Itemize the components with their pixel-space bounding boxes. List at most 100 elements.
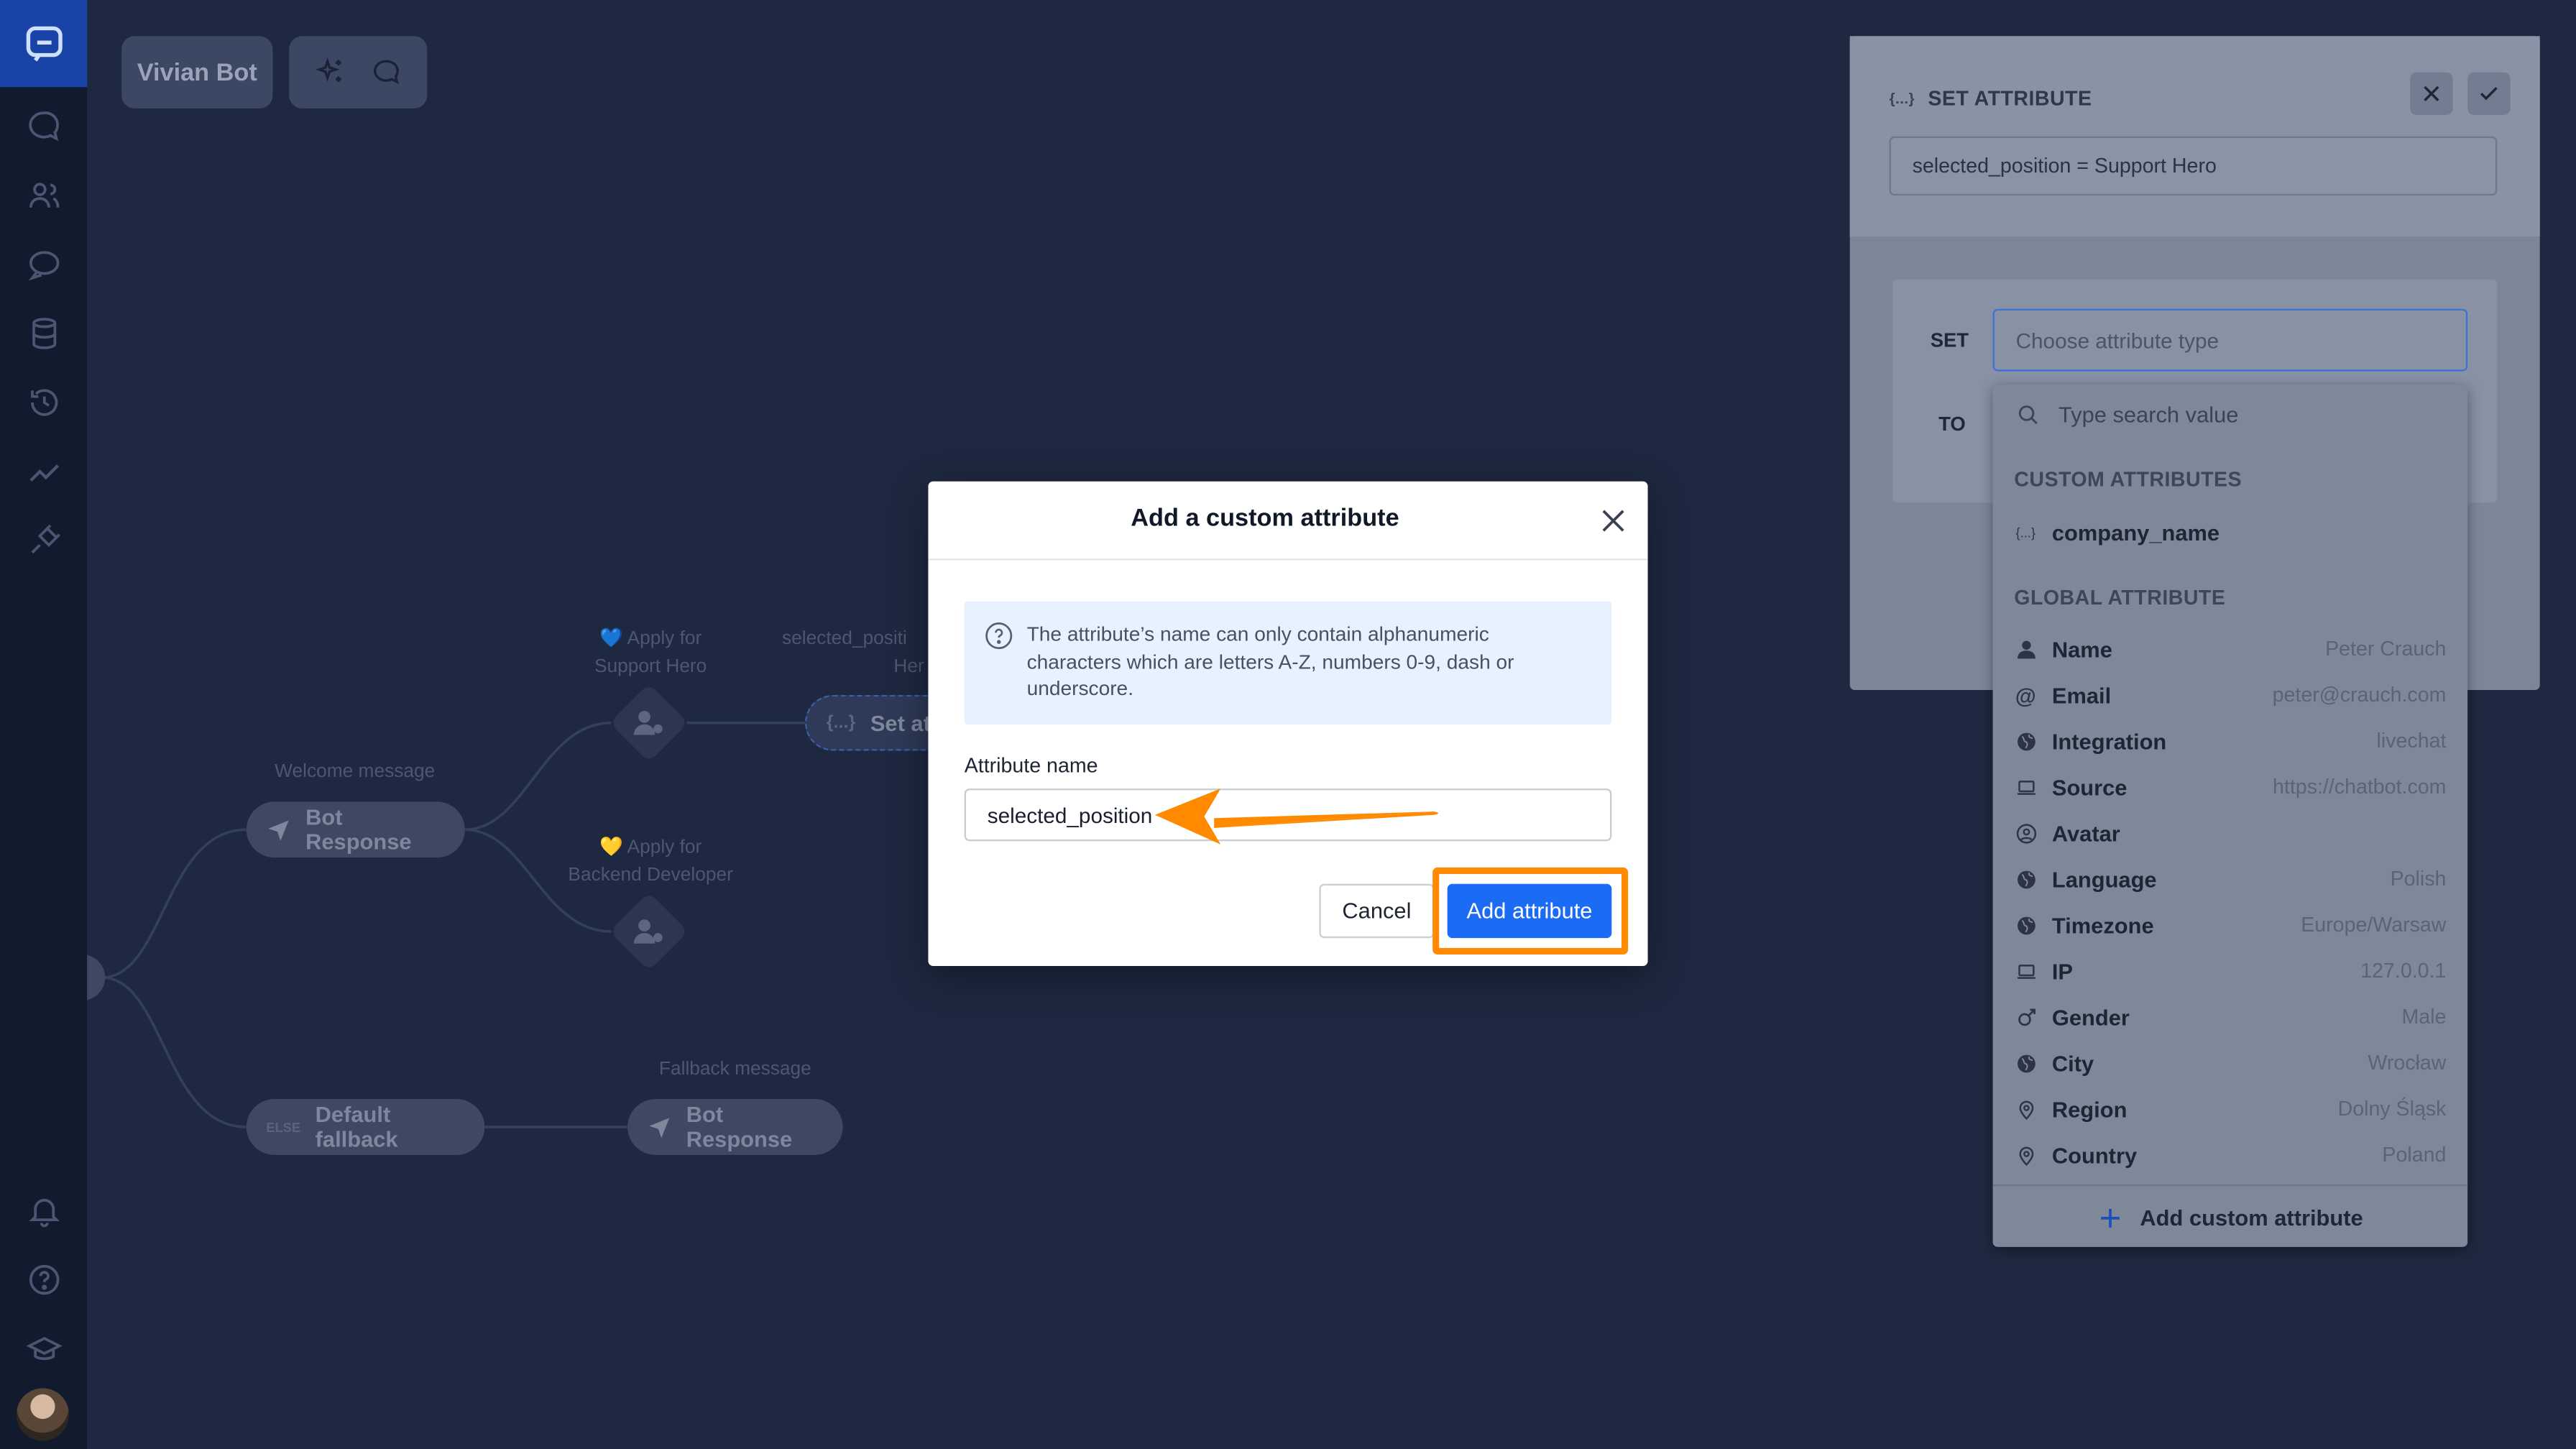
annotation-arrow: [1154, 788, 1439, 845]
fallback-label: Fallback message: [658, 1059, 811, 1080]
braces-icon: {...}: [1889, 90, 1915, 107]
node-text: Bot Response: [686, 1102, 793, 1152]
global-attribute-item-source[interactable]: Source https://chatbot.com: [1993, 764, 2468, 810]
pin-icon: [2014, 1144, 2037, 1167]
academy-icon[interactable]: [22, 1328, 66, 1372]
chat-preview-icon[interactable]: [369, 56, 402, 89]
custom-attributes-header: CUSTOM ATTRIBUTES: [2014, 468, 2242, 492]
item-value: Europe/Warsaw: [2301, 913, 2447, 937]
gender-icon: [2014, 1006, 2037, 1029]
help-icon[interactable]: [22, 1257, 66, 1302]
set-attr-line1: selected_positi: [781, 629, 907, 649]
item-name: Region: [2051, 1096, 2128, 1121]
custom-attribute-item[interactable]: {...} company_name: [1993, 510, 2468, 556]
app-logo[interactable]: [0, 0, 88, 88]
attribute-dropdown: Type search value CUSTOM ATTRIBUTES {...…: [1992, 384, 2468, 1247]
item-value: livechat: [2376, 729, 2447, 753]
pin-icon: [2014, 1098, 2037, 1121]
add-custom-attribute-label: Add custom attribute: [2140, 1205, 2363, 1230]
globe-icon: [2014, 1052, 2037, 1075]
global-attributes-header: GLOBAL ATTRIBUTE: [2014, 586, 2226, 610]
globe-icon: [2014, 868, 2037, 891]
global-attribute-item-gender[interactable]: Gender Male: [1993, 994, 2468, 1040]
bot-name[interactable]: Vivian Bot: [121, 36, 273, 109]
panel-title: {...} SET ATTRIBUTE: [1890, 87, 2092, 110]
cancel-button[interactable]: Cancel: [1319, 883, 1435, 939]
item-name: Language: [2051, 866, 2157, 891]
check-icon: [2480, 87, 2498, 101]
fallback-bot-response-node[interactable]: Bot Response: [627, 1099, 843, 1155]
chats-icon[interactable]: [22, 104, 66, 148]
node-text: Default fallback: [315, 1102, 398, 1152]
attribute-type-select[interactable]: Choose attribute type: [1992, 308, 2468, 372]
panel-confirm-button[interactable]: [2467, 72, 2511, 115]
add-custom-attribute-button[interactable]: Add custom attribute: [1993, 1196, 2468, 1238]
node-text: Bot Response: [305, 804, 412, 855]
globe-icon: [2014, 730, 2037, 753]
history-icon[interactable]: [22, 380, 66, 424]
dropdown-divider: [1992, 1184, 2468, 1187]
apply-backend-line1: 💛 Apply for: [599, 837, 702, 858]
item-value: peter@crauch.com: [2272, 683, 2447, 707]
global-attribute-item-ip[interactable]: IP 127.0.0.1: [1993, 948, 2468, 994]
notifications-icon[interactable]: [22, 1188, 66, 1233]
at-icon: @: [2015, 682, 2036, 707]
integrations-icon[interactable]: [22, 518, 66, 562]
welcome-label: Welcome message: [275, 762, 436, 782]
laptop-icon: [2014, 960, 2037, 983]
global-attribute-item-language[interactable]: Language Polish: [1993, 856, 2468, 902]
item-name: Source: [2051, 774, 2128, 799]
apply-backend-line2: Backend Developer: [568, 865, 733, 886]
user-filter-icon: [633, 710, 663, 735]
global-attribute-item-timezone[interactable]: Timezone Europe/Warsaw: [1993, 902, 2468, 948]
laptop-icon: [2014, 776, 2037, 799]
global-attribute-item-region[interactable]: Region Dolny Śląsk: [1993, 1086, 2468, 1132]
database-icon[interactable]: [22, 310, 66, 355]
item-value: 127.0.0.1: [2360, 959, 2447, 983]
item-value: Wrocław: [2368, 1051, 2447, 1075]
item-value: Poland: [2382, 1143, 2447, 1167]
global-attribute-item-country[interactable]: Country Poland: [1993, 1132, 2468, 1178]
item-name: Avatar: [2051, 820, 2120, 845]
item-name: company_name: [2051, 520, 2220, 545]
set-attr-label: selected_positi Her: [782, 626, 947, 682]
apply-support-line1: 💙 Apply for: [599, 629, 702, 649]
info-text: The attribute’s name can only contain al…: [1026, 622, 1514, 700]
item-value: https://chatbot.com: [2273, 775, 2447, 799]
global-attribute-item-city[interactable]: City Wrocław: [1993, 1040, 2468, 1086]
add-attribute-button[interactable]: Add attribute: [1447, 883, 1612, 939]
question-circle-icon: [985, 622, 1013, 650]
analytics-icon[interactable]: [22, 448, 66, 493]
item-name: Name: [2051, 636, 2112, 661]
stories-icon[interactable]: [22, 242, 66, 286]
sparkles-icon[interactable]: [314, 56, 347, 89]
attribute-summary: selected_position = Support Hero: [1889, 136, 2498, 196]
item-value: Polish: [2390, 867, 2447, 891]
welcome-bot-response-node[interactable]: Bot Response: [246, 801, 465, 858]
users-icon[interactable]: [22, 172, 66, 217]
default-fallback-node[interactable]: ELSE Default fallback: [246, 1099, 485, 1155]
attribute-name-label: Attribute name: [964, 754, 1098, 778]
avatar-icon: [2014, 822, 2037, 845]
set-label: SET: [1930, 328, 1969, 352]
item-value: Dolny Śląsk: [2337, 1097, 2447, 1121]
dropdown-search[interactable]: Type search value: [1993, 385, 2468, 443]
search-icon: [2018, 405, 2038, 424]
globe-icon: [2014, 914, 2037, 937]
panel-title-text: SET ATTRIBUTE: [1928, 87, 2092, 111]
add-custom-attribute-modal: Add a custom attribute The attribute’s n…: [928, 481, 1648, 966]
panel-close-button[interactable]: [2410, 72, 2453, 115]
plus-icon: [2100, 1208, 2119, 1227]
item-value: Male: [2401, 1005, 2447, 1029]
item-name: City: [2051, 1050, 2094, 1075]
avatar[interactable]: [16, 1388, 69, 1441]
modal-close-button[interactable]: [1593, 501, 1633, 540]
item-name: Country: [2051, 1142, 2138, 1167]
global-attribute-item-avatar[interactable]: Avatar: [1993, 810, 2468, 856]
global-attribute-item-name[interactable]: Name Peter Crauch: [1993, 626, 2468, 672]
global-attribute-item-integration[interactable]: Integration livechat: [1993, 718, 2468, 764]
global-attribute-item-email[interactable]: @ Email peter@crauch.com: [1993, 672, 2468, 718]
item-name: IP: [2051, 958, 2074, 983]
item-value: Peter Crauch: [2325, 637, 2447, 661]
toolbar-actions: [289, 36, 428, 109]
